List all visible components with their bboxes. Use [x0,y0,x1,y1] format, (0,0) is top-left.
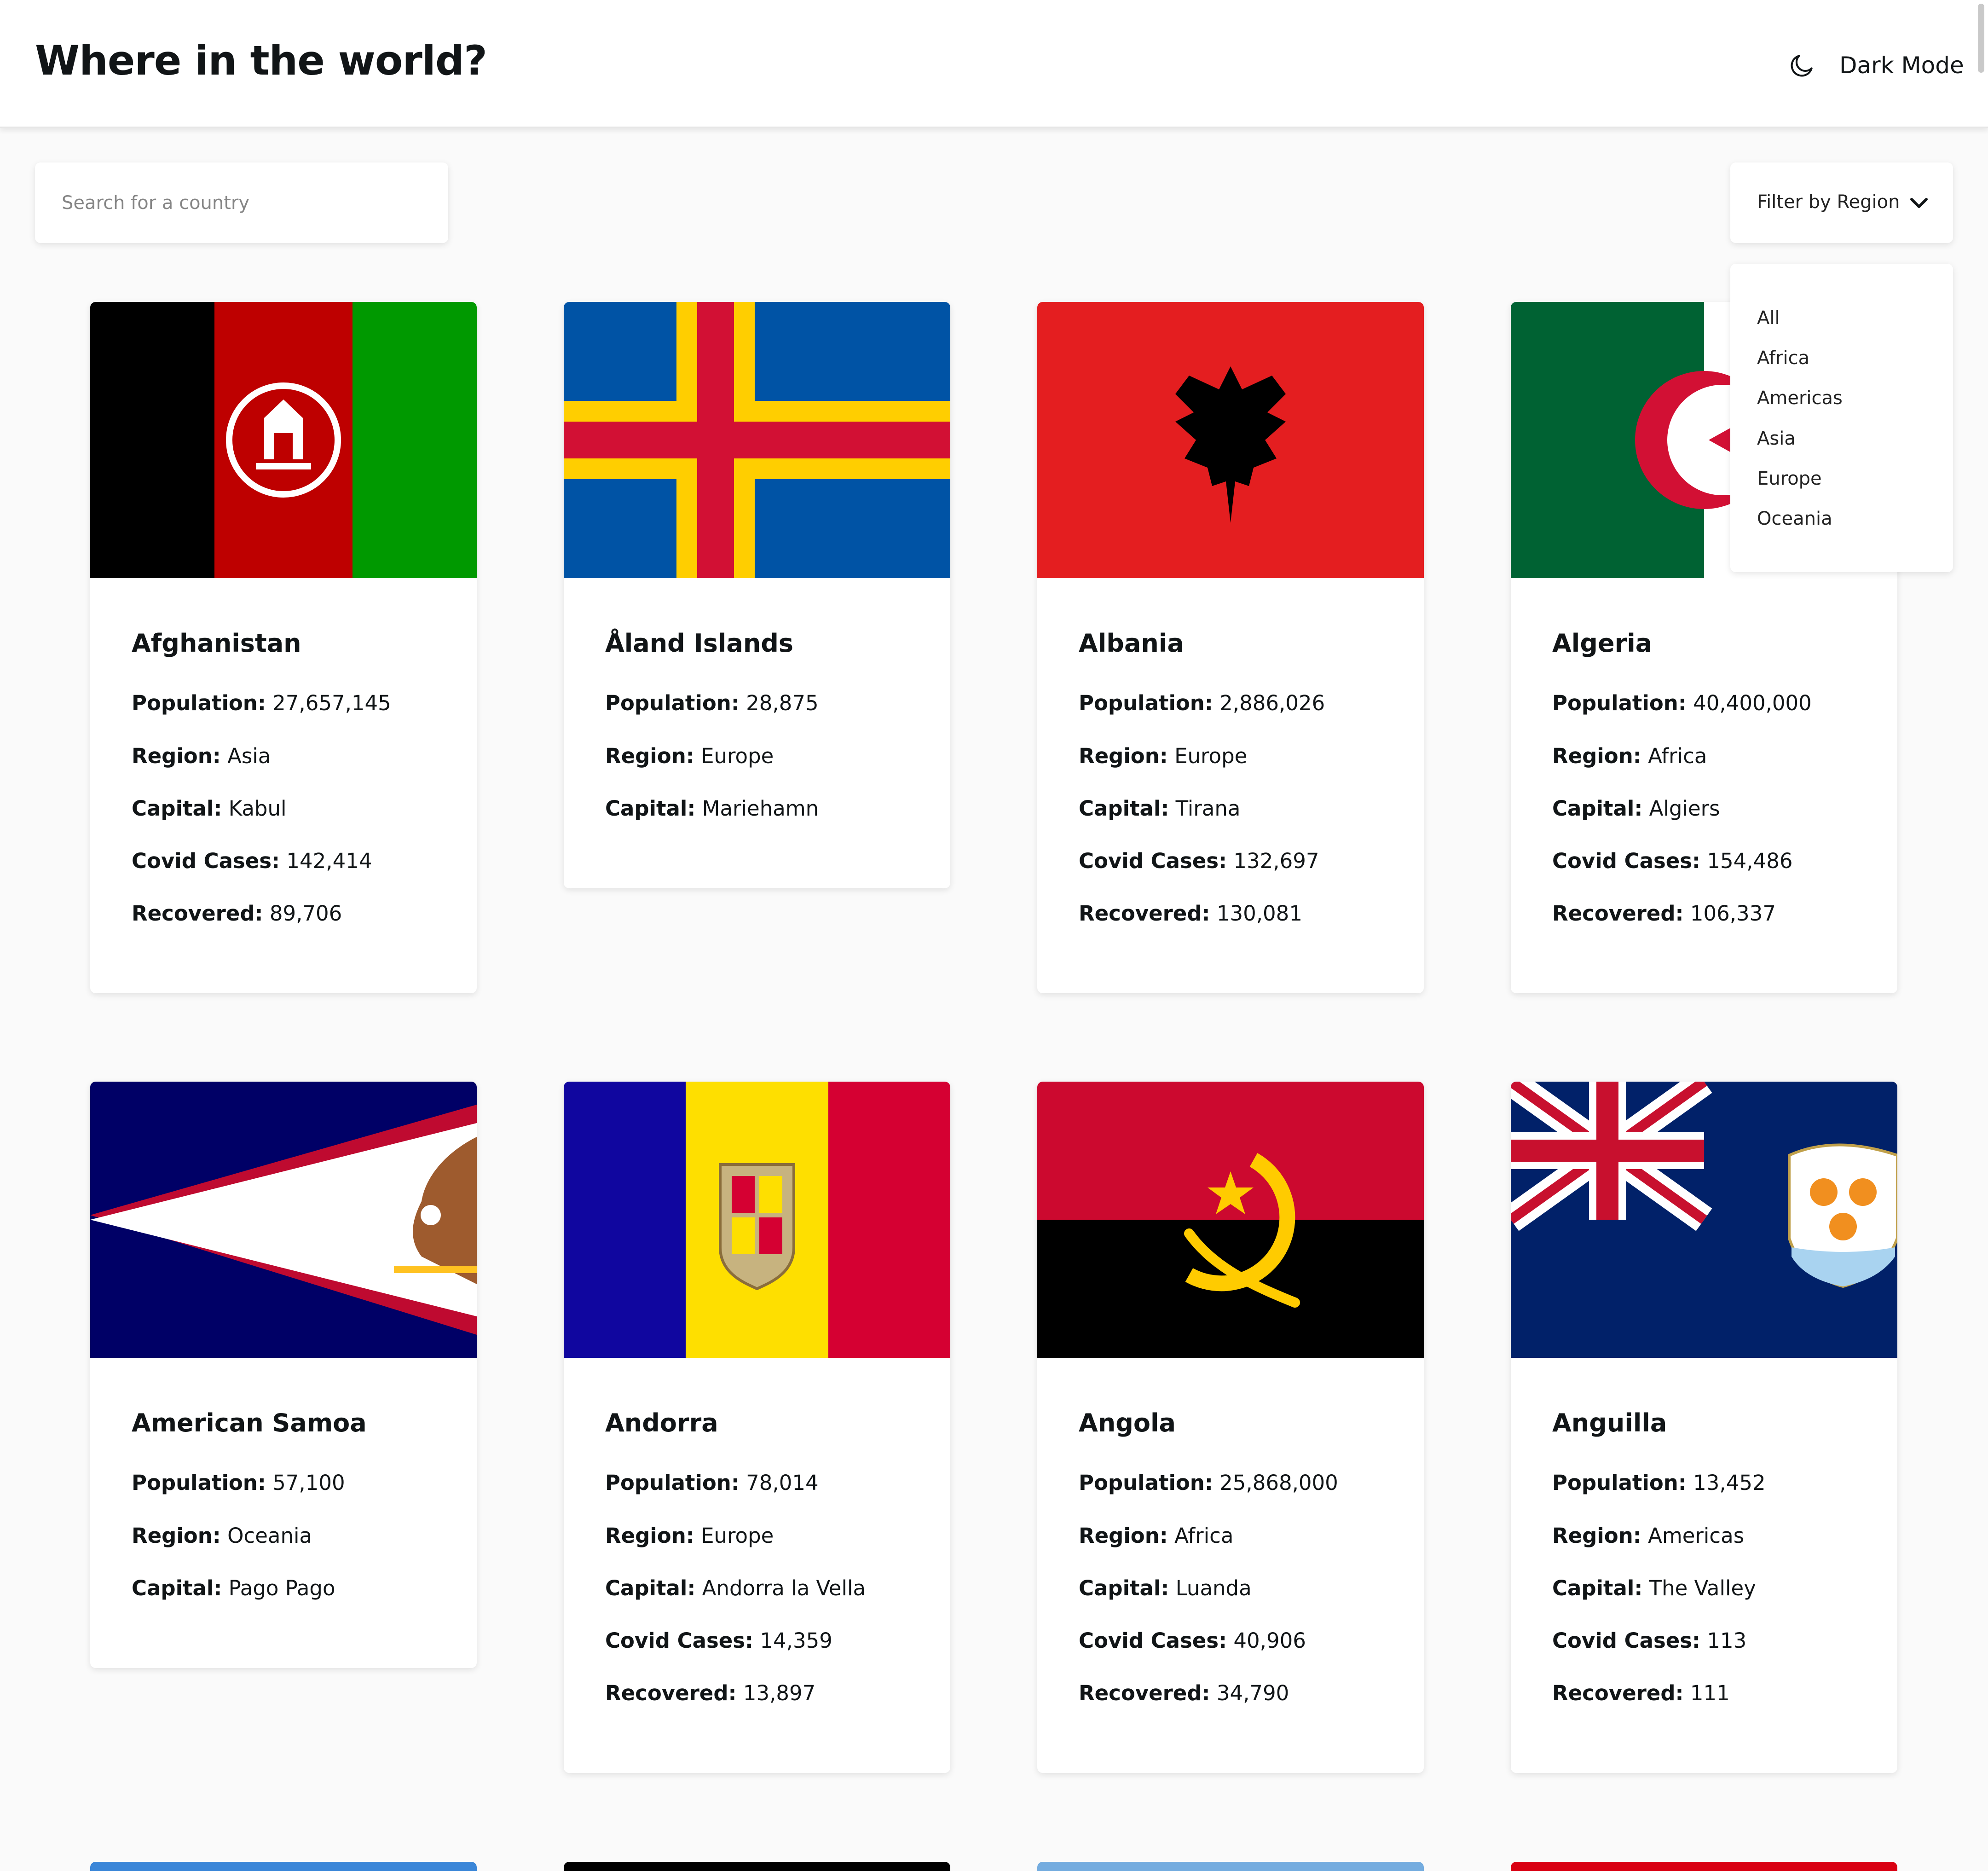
app-header: Where in the world? Dark Mode [0,0,1988,128]
population-stat: Population: 57,100 [132,1471,345,1495]
country-name: Algeria [1552,629,1653,658]
country-name: Andorra [605,1408,718,1437]
region-filter-label: Filter by Region [1757,191,1900,213]
afghanistan-flag-icon [90,302,477,578]
aland-islands-flag-icon [564,302,950,578]
region-option-africa[interactable]: Africa [1757,348,1809,369]
country-name: American Samoa [132,1408,367,1437]
country-card[interactable]: Åland Islands Population: 28,875 Region:… [564,302,950,888]
capital-stat: Capital: Luanda [1079,1576,1252,1600]
country-name: Afghanistan [132,629,301,658]
covid-cases-stat: Covid Cases: 113 [1552,1628,1747,1653]
region-option-europe[interactable]: Europe [1757,468,1822,489]
region-option-asia[interactable]: Asia [1757,428,1796,449]
region-stat: Region: Africa [1079,1523,1234,1548]
region-dropdown-menu: All Africa Americas Asia Europe Oceania [1730,264,1953,572]
country-card[interactable]: American Samoa Population: 57,100 Region… [90,1082,477,1668]
country-card[interactable]: Afghanistan Population: 27,657,145 Regio… [90,302,477,993]
region-stat: Region: Europe [605,1523,774,1548]
region-stat: Region: Oceania [132,1523,312,1548]
country-card-partial[interactable] [1037,1862,1424,1871]
capital-stat: Capital: Mariehamn [605,796,819,821]
country-name: Angola [1079,1408,1176,1437]
recovered-stat: Recovered: 106,337 [1552,901,1776,926]
covid-cases-stat: Covid Cases: 132,697 [1079,849,1319,873]
capital-stat: Capital: Pago Pago [132,1576,335,1600]
chevron-down-icon [1910,198,1928,208]
recovered-stat: Recovered: 130,081 [1079,901,1302,926]
population-stat: Population: 2,886,026 [1079,691,1325,715]
region-option-all[interactable]: All [1757,307,1780,329]
moon-icon [1791,55,1813,77]
american-samoa-flag-icon [90,1082,477,1358]
population-stat: Population: 27,657,145 [132,691,391,715]
country-card[interactable]: Andorra Population: 78,014 Region: Europ… [564,1082,950,1773]
capital-stat: Capital: Andorra la Vella [605,1576,866,1600]
covid-cases-stat: Covid Cases: 154,486 [1552,849,1793,873]
region-stat: Region: Europe [605,744,774,768]
angola-flag-icon [1037,1082,1424,1358]
capital-stat: Capital: Kabul [132,796,287,821]
region-stat: Region: Africa [1552,744,1707,768]
scrollbar-thumb[interactable] [1978,4,1984,73]
country-card[interactable]: Angola Population: 25,868,000 Region: Af… [1037,1082,1424,1773]
page-title: Where in the world? [35,37,487,84]
country-card[interactable]: Anguilla Population: 13,452 Region: Amer… [1511,1082,1897,1773]
recovered-stat: Recovered: 89,706 [132,901,342,926]
andorra-flag-icon [564,1082,950,1358]
recovered-stat: Recovered: 34,790 [1079,1681,1289,1705]
capital-stat: Capital: The Valley [1552,1576,1756,1600]
capital-stat: Capital: Algiers [1552,796,1720,821]
recovered-stat: Recovered: 111 [1552,1681,1730,1705]
region-option-oceania[interactable]: Oceania [1757,508,1832,529]
country-name: Åland Islands [605,629,794,658]
region-filter-select[interactable]: Filter by Region [1730,162,1953,243]
albania-flag-icon [1037,302,1424,578]
population-stat: Population: 28,875 [605,691,819,715]
region-option-americas[interactable]: Americas [1757,388,1843,409]
dark-mode-toggle[interactable]: Dark Mode [1788,49,1964,81]
search-input[interactable] [62,162,430,243]
covid-cases-stat: Covid Cases: 40,906 [1079,1628,1306,1653]
country-name: Anguilla [1552,1408,1667,1437]
recovered-stat: Recovered: 13,897 [605,1681,816,1705]
country-card-partial[interactable] [564,1862,950,1871]
country-card[interactable]: Albania Population: 2,886,026 Region: Eu… [1037,302,1424,993]
region-stat: Region: Asia [132,744,271,768]
population-stat: Population: 78,014 [605,1471,819,1495]
population-stat: Population: 25,868,000 [1079,1471,1338,1495]
anguilla-flag-icon [1511,1082,1897,1358]
country-name: Albania [1079,629,1184,658]
region-stat: Region: Americas [1552,1523,1745,1548]
dark-mode-label: Dark Mode [1839,52,1964,79]
country-card-partial[interactable] [90,1862,477,1871]
country-card-partial[interactable] [1511,1862,1897,1871]
covid-cases-stat: Covid Cases: 14,359 [605,1628,832,1653]
search-box [35,162,448,243]
region-stat: Region: Europe [1079,744,1248,768]
capital-stat: Capital: Tirana [1079,796,1241,821]
covid-cases-stat: Covid Cases: 142,414 [132,849,372,873]
population-stat: Population: 40,400,000 [1552,691,1812,715]
population-stat: Population: 13,452 [1552,1471,1766,1495]
